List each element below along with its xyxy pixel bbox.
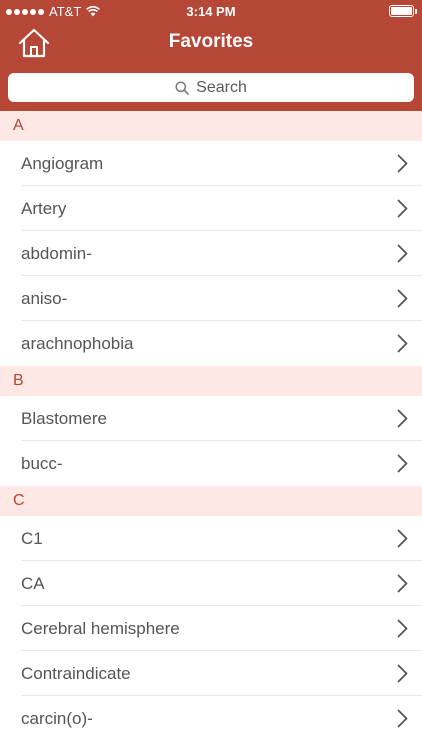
list-item[interactable]: abdomin- [0,231,422,276]
chevron-right-icon [397,409,408,428]
search-icon [175,80,189,95]
list-item-label: Artery [21,199,67,218]
list-item[interactable]: C1 [0,516,422,561]
section-header-b: B [0,366,422,396]
chevron-right-icon [397,334,408,353]
status-bar: AT&T 3:14 PM [0,0,422,22]
chevron-right-icon [397,244,408,263]
list-item-label: C1 [21,529,43,548]
list-item[interactable]: bucc- [0,441,422,486]
list-item-label: Cerebral hemisphere [21,619,180,638]
chevron-right-icon [397,574,408,593]
list-item[interactable]: Artery [0,186,422,231]
chevron-right-icon [397,289,408,308]
list-item-label: Blastomere [21,409,107,428]
list-item[interactable]: Cerebral hemisphere [0,606,422,651]
list-item-label: aniso- [21,289,68,308]
list-item-label: CA [21,574,45,593]
chevron-right-icon [397,529,408,548]
page-title: Favorites [168,31,254,52]
favorites-list: A Angiogram Artery abdomin-aniso-arachnopho… [0,111,422,741]
status-time: 3:14 PM [186,4,236,19]
list-item[interactable]: carcin(o)- [0,696,422,741]
battery-icon [389,5,414,17]
list-item[interactable]: Contraindicate [0,651,422,696]
list-item-label: carcin(o)- [21,709,93,728]
section-header-a: A [0,111,422,141]
chevron-right-icon [397,709,408,728]
chevron-right-icon [397,454,408,473]
list-item[interactable]: Blastomere [0,396,422,441]
chevron-right-icon [397,154,408,173]
list-item-label: arachnophobia [21,334,134,353]
list-item-label: abdomin- [21,244,92,263]
section-header-c: C [0,486,422,516]
chevron-right-icon [397,199,408,218]
list-item-label: Angiogram [21,154,104,173]
list-item-label: Contraindicate [21,664,131,683]
search-input[interactable]: Search [196,79,247,97]
battery-tip [415,9,417,14]
list-item[interactable]: Angiogram [0,141,422,186]
chevron-right-icon [397,664,408,683]
list-item[interactable]: arachnophobia [0,321,422,366]
list-item[interactable]: CA [0,561,422,606]
nav-header: AT&T 3:14 PM Favorites Search [0,0,422,111]
list-item[interactable]: aniso- [0,276,422,321]
chevron-right-icon [397,619,408,638]
search-bar[interactable]: Search [8,73,414,102]
list-item-label: bucc- [21,454,63,473]
